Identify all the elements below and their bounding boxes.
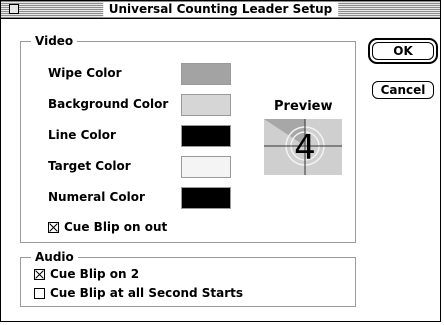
target-color-swatch[interactable] (181, 156, 231, 178)
checkbox-box[interactable] (48, 221, 59, 233)
audio-group: Audio Cue Blip on 2 Cue Blip at all Seco… (20, 250, 356, 307)
target-color-label: Target Color (48, 159, 131, 173)
line-color-label: Line Color (48, 128, 116, 142)
cue-blip-all-label: Cue Blip at all Second Starts (50, 286, 244, 300)
numeral-color-swatch[interactable] (181, 187, 231, 209)
cue-blip-out-checkbox[interactable]: Cue Blip on out (48, 220, 167, 234)
line-color-swatch[interactable] (181, 125, 231, 147)
title-bar[interactable]: Universal Counting Leader Setup (1, 1, 440, 19)
setup-window: Universal Counting Leader Setup Video Wi… (0, 0, 441, 322)
video-legend: Video (31, 34, 78, 48)
audio-legend: Audio (31, 250, 78, 264)
wipe-color-label: Wipe Color (48, 66, 122, 80)
preview-graphic: 4 (264, 119, 342, 175)
checkbox-box[interactable] (34, 268, 45, 280)
cue-blip-all-checkbox[interactable]: Cue Blip at all Second Starts (34, 286, 243, 300)
numeral-color-label: Numeral Color (48, 190, 145, 204)
cancel-button[interactable]: Cancel (372, 81, 434, 99)
ok-button[interactable]: OK (372, 42, 434, 60)
preview-label: Preview (274, 99, 333, 114)
close-box[interactable] (9, 4, 19, 14)
cue-blip-2-checkbox[interactable]: Cue Blip on 2 (34, 267, 139, 281)
background-color-swatch[interactable] (181, 94, 231, 116)
checkbox-box[interactable] (34, 287, 45, 299)
video-group: Video Wipe Color Background Color Line C… (20, 34, 356, 243)
cue-blip-out-label: Cue Blip on out (64, 220, 168, 234)
cue-blip-2-label: Cue Blip on 2 (50, 267, 140, 281)
preview-numeral: 4 (294, 128, 316, 168)
background-color-label: Background Color (48, 97, 169, 111)
wipe-color-swatch[interactable] (181, 63, 231, 85)
window-title: Universal Counting Leader Setup (102, 2, 339, 17)
preview-image: 4 (264, 119, 342, 175)
